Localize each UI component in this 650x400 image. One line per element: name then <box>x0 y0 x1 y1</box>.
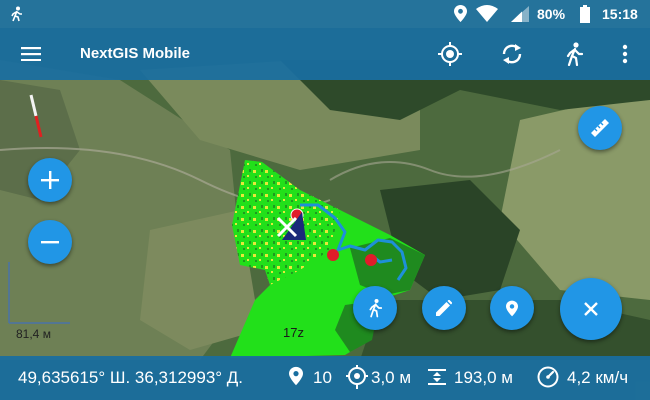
speed-value: 4,2 км/ч <box>567 368 629 387</box>
more-vert-icon[interactable] <box>614 40 636 68</box>
zoom-in-button[interactable] <box>28 158 72 202</box>
plus-icon <box>41 171 59 189</box>
location-pin-icon <box>506 300 518 316</box>
altitude-value: 193,0 м <box>454 368 513 387</box>
wifi-icon <box>476 5 498 27</box>
marker-point[interactable] <box>365 254 377 266</box>
ruler-icon <box>591 119 609 137</box>
minus-icon <box>41 241 59 244</box>
location-pin-icon <box>454 5 467 27</box>
accuracy-icon <box>346 365 368 394</box>
satellite-count: 10 <box>313 368 332 387</box>
close-icon <box>584 302 598 316</box>
ruler-button[interactable] <box>578 106 622 150</box>
altitude-icon <box>426 366 448 393</box>
app-title: NextGIS Mobile <box>80 45 191 62</box>
scale-label: 81,4 м <box>16 327 51 341</box>
walk-icon <box>10 6 24 27</box>
location-pin-icon <box>289 366 303 391</box>
accuracy-value: 3,0 м <box>371 368 412 387</box>
track-button[interactable] <box>353 286 397 330</box>
edit-button[interactable] <box>422 286 466 330</box>
sync-icon[interactable] <box>498 40 526 68</box>
pencil-icon <box>436 300 452 316</box>
status-bar: 80% 15:18 <box>0 0 650 28</box>
feature-label: 17z <box>283 325 304 340</box>
battery-icon <box>580 5 590 28</box>
clock: 15:18 <box>602 6 638 22</box>
battery-percent: 80% <box>537 6 566 22</box>
marker-point[interactable] <box>327 249 339 261</box>
add-point-button[interactable] <box>490 286 534 330</box>
close-button[interactable] <box>560 278 622 340</box>
speedometer-icon <box>536 365 560 394</box>
menu-icon[interactable] <box>18 41 44 67</box>
walk-icon[interactable] <box>560 40 588 68</box>
zoom-out-button[interactable] <box>28 220 72 264</box>
gps-target-icon[interactable] <box>436 40 464 68</box>
walk-icon <box>369 298 382 318</box>
app-toolbar: NextGIS Mobile <box>0 28 650 80</box>
gps-info-bar: 49,635615° Ш. 36,312993° Д. 10 3,0 м 193… <box>0 356 650 400</box>
signal-icon <box>511 6 529 27</box>
coordinates: 49,635615° Ш. 36,312993° Д. <box>18 368 244 387</box>
